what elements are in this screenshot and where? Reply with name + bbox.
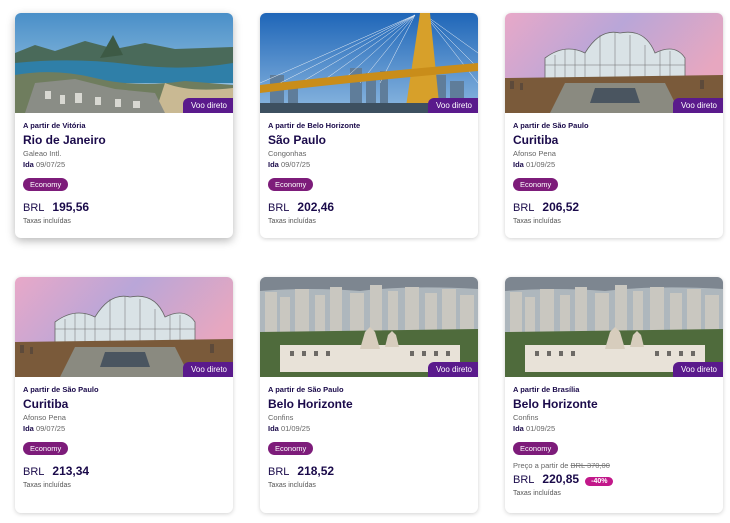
flight-card[interactable]: Voo direto A partir de Vitória Rio de Ja… xyxy=(15,13,233,238)
discount-badge: -40% xyxy=(585,477,614,486)
origin-label: A partir de Belo Horizonte xyxy=(268,121,361,130)
destination-airport: Confins xyxy=(268,413,294,422)
ida-label: Ida xyxy=(513,424,524,433)
direct-flight-badge: Voo direto xyxy=(672,362,723,377)
belo-horizonte-city-photo: Voo direto xyxy=(260,277,478,377)
origin-label: A partir de Brasília xyxy=(513,385,580,394)
cabin-chip: Economy xyxy=(23,442,69,455)
price: BRL 195,56 xyxy=(23,200,225,214)
flight-card[interactable]: Voo direto A partir de São Paulo Curitib… xyxy=(15,277,233,513)
destination-city: Curitiba xyxy=(513,133,559,147)
cabin-chip: Economy xyxy=(513,178,559,191)
currency: BRL xyxy=(23,202,45,214)
date-value: 01/09/25 xyxy=(525,160,556,169)
departure-date: Ida 01/09/25 xyxy=(513,424,715,433)
ida-label: Ida xyxy=(268,160,279,169)
departure-date: Ida 01/09/25 xyxy=(513,160,715,169)
departure-date: Ida 09/07/25 xyxy=(23,424,225,433)
flight-card[interactable]: Voo direto A partir de São Paulo Belo Ho… xyxy=(260,277,478,513)
date-value: 09/07/25 xyxy=(35,424,66,433)
ida-label: Ida xyxy=(23,424,34,433)
taxes-note: Taxas incluídas xyxy=(268,482,316,489)
taxes-note: Taxas incluídas xyxy=(513,218,561,225)
original-price-prefix: Preço a partir de xyxy=(513,461,569,470)
direct-flight-badge: Voo direto xyxy=(427,98,478,113)
origin-label: A partir de São Paulo xyxy=(513,121,589,130)
date-value: 09/07/25 xyxy=(280,160,311,169)
taxes-note: Taxas incluídas xyxy=(23,218,71,225)
price-amount: 220,85 xyxy=(542,472,580,486)
cabin-chip: Economy xyxy=(23,178,69,191)
departure-date: Ida 01/09/25 xyxy=(268,424,470,433)
cabin-chip: Economy xyxy=(268,178,314,191)
date-value: 01/09/25 xyxy=(525,424,556,433)
destination-city: Rio de Janeiro xyxy=(23,133,106,147)
cabin-chip: Economy xyxy=(513,442,559,455)
currency: BRL xyxy=(513,474,535,486)
ida-label: Ida xyxy=(23,160,34,169)
original-price-row: Preço a partir de BRL 370,00 xyxy=(513,461,715,470)
rio-de-janeiro-photo: Voo direto xyxy=(15,13,233,113)
destination-city: Belo Horizonte xyxy=(268,397,353,411)
departure-date: Ida 09/07/25 xyxy=(23,160,225,169)
sao-paulo-bridge-photo: Voo direto xyxy=(260,13,478,113)
price: BRL 213,34 xyxy=(23,464,225,478)
direct-flight-badge: Voo direto xyxy=(182,362,233,377)
direct-flight-badge: Voo direto xyxy=(672,98,723,113)
price: BRL 218,52 xyxy=(268,464,470,478)
currency: BRL xyxy=(268,466,290,478)
currency: BRL xyxy=(23,466,45,478)
destination-airport: Afonso Pena xyxy=(513,149,556,158)
destination-city: Belo Horizonte xyxy=(513,397,598,411)
flight-card[interactable]: Voo direto A partir de São Paulo Curitib… xyxy=(505,13,723,238)
flight-card[interactable]: Voo direto A partir de Belo Horizonte Sã… xyxy=(260,13,478,238)
price: BRL 220,85 -40% xyxy=(513,472,715,486)
ida-label: Ida xyxy=(268,424,279,433)
ida-label: Ida xyxy=(513,160,524,169)
direct-flight-badge: Voo direto xyxy=(427,362,478,377)
destination-airport: Galeao Intl. xyxy=(23,149,62,158)
taxes-note: Taxas incluídas xyxy=(23,482,71,489)
price: BRL 206,52 xyxy=(513,200,715,214)
origin-label: A partir de São Paulo xyxy=(23,385,99,394)
price-amount: 206,52 xyxy=(542,200,580,214)
belo-horizonte-city-photo: Voo direto xyxy=(505,277,723,377)
destination-airport: Afonso Pena xyxy=(23,413,66,422)
price-amount: 218,52 xyxy=(297,464,335,478)
price-amount: 195,56 xyxy=(52,200,90,214)
destination-city: Curitiba xyxy=(23,397,69,411)
origin-label: A partir de São Paulo xyxy=(268,385,344,394)
cabin-chip: Economy xyxy=(268,442,314,455)
curitiba-botanical-garden-photo: Voo direto xyxy=(15,277,233,377)
currency: BRL xyxy=(268,202,290,214)
price-amount: 202,46 xyxy=(297,200,335,214)
departure-date: Ida 09/07/25 xyxy=(268,160,470,169)
destination-airport: Confins xyxy=(513,413,539,422)
date-value: 09/07/25 xyxy=(35,160,66,169)
price-amount: 213,34 xyxy=(52,464,90,478)
flight-card[interactable]: Voo direto A partir de Brasília Belo Hor… xyxy=(505,277,723,513)
destination-airport: Congonhas xyxy=(268,149,307,158)
curitiba-botanical-garden-photo: Voo direto xyxy=(505,13,723,113)
destination-city: São Paulo xyxy=(268,133,327,147)
price: BRL 202,46 xyxy=(268,200,470,214)
direct-flight-badge: Voo direto xyxy=(182,98,233,113)
taxes-note: Taxas incluídas xyxy=(513,490,561,497)
origin-label: A partir de Vitória xyxy=(23,121,86,130)
currency: BRL xyxy=(513,202,535,214)
original-price: BRL 370,00 xyxy=(570,461,610,470)
taxes-note: Taxas incluídas xyxy=(268,218,316,225)
date-value: 01/09/25 xyxy=(280,424,311,433)
